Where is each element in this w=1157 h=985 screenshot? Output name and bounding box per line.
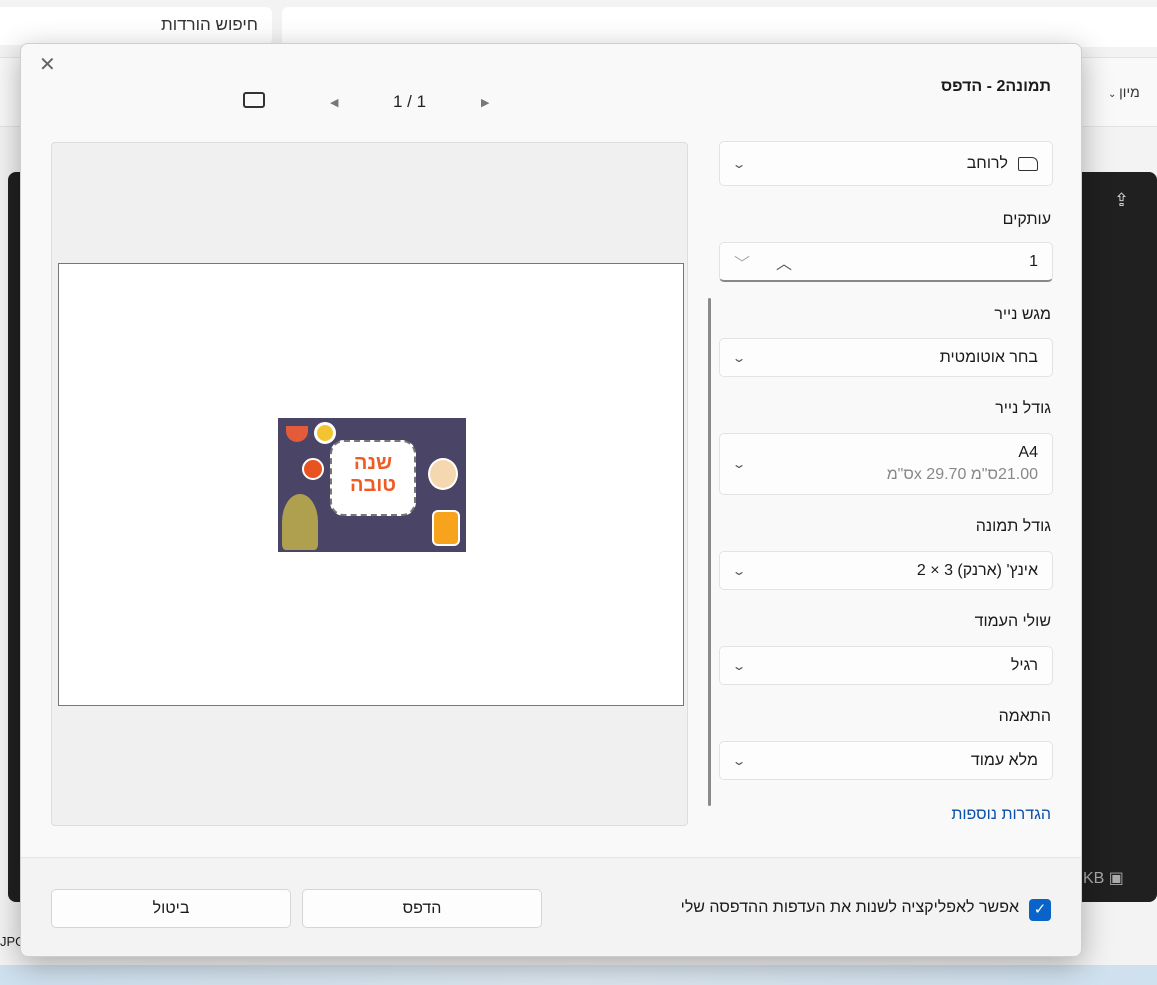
background-panel [282,7,1157,47]
dialog-title: תמונה2 - הדפס [940,78,1051,95]
preview-photo: שנה טובה [278,418,466,552]
settings-scrollbar[interactable] [708,298,711,806]
paper-size-dropdown[interactable]: A4 21.00ס"מ x 29.70ס"מ ⌄ [719,433,1053,495]
orientation-dropdown[interactable]: לרוחב ⌄ [719,141,1053,186]
chevron-down-icon: ⌄ [731,156,747,171]
photo-size-value: אינץ' (ארנק) 3 × 2 [916,561,1038,579]
print-dialog: ✕ תמונה2 - הדפס ◀ 1 / 1 ▶ שנה טובה לרוחב… [20,43,1082,957]
save-icon: ▣ [1108,870,1124,887]
paper-tray-dropdown[interactable]: בחר אוטומטית ⌄ [719,338,1053,377]
print-button[interactable]: הדפס [302,889,542,928]
chevron-down-icon: ⌄ [731,350,747,365]
paper-size-value: A4 [1018,444,1038,461]
allow-app-label: אפשר לאפליקציה לשנות את העדפות ההדפסה של… [680,899,1019,916]
paper-tray-value: בחר אוטומטית [939,348,1038,366]
allow-app-checkbox[interactable]: ✓ [1029,899,1051,921]
chevron-down-icon: ⌄ [731,563,747,578]
photo-size-dropdown[interactable]: אינץ' (ארנק) 3 × 2 ⌄ [719,551,1053,590]
copies-stepper[interactable]: 1 ︿ ﹀ [719,242,1053,282]
photo-caption-line2: טובה [349,474,397,496]
background-sort-button: ⌄ מיון [1108,84,1140,100]
decrement-icon[interactable]: ﹀ [734,250,750,274]
share-icon: ⇪ [1114,190,1130,210]
file-size-label: KB [1083,870,1105,887]
triangle-right-icon[interactable]: ▶ [481,96,489,109]
triangle-left-icon[interactable]: ◀ [330,96,338,109]
landscape-page-icon [1018,156,1038,171]
photo-size-label: גודל תמונה [975,518,1051,535]
chevron-down-icon: ⌄ [731,658,747,673]
background-search-box: חיפוש הורדות [0,7,272,45]
chevron-down-icon: ⌄ [1108,89,1120,100]
cancel-button[interactable]: ביטול [51,889,291,928]
close-icon[interactable]: ✕ [39,52,56,77]
fit-dropdown[interactable]: מלא עמוד ⌄ [719,741,1053,780]
margins-value: רגיל [1010,656,1038,674]
margins-dropdown[interactable]: רגיל ⌄ [719,646,1053,685]
photo-caption-line1: שנה [353,452,393,474]
margins-label: שולי העמוד [974,613,1051,630]
copies-label: עותקים [1002,211,1051,228]
fit-value: מלא עמוד [970,751,1038,769]
more-settings-link[interactable]: הגדרות נוספות [951,806,1051,824]
fit-page-icon[interactable] [243,92,265,108]
taskbar [0,965,1157,985]
paper-size-detail: 21.00ס"מ x 29.70ס"מ [886,466,1038,483]
checkmark-icon: ✓ [1033,901,1047,918]
page-counter: 1 / 1 [393,92,427,111]
increment-icon[interactable]: ︿ [776,250,792,274]
copies-value[interactable]: 1 [1029,253,1038,271]
paper-size-label: גודל נייר [995,400,1051,417]
chevron-down-icon: ⌄ [731,753,747,768]
paper-tray-label: מגש נייר [994,306,1051,323]
fit-label: התאמה [998,708,1051,725]
orientation-value: לרוחב [966,154,1008,172]
print-preview-pane: שנה טובה [51,142,688,826]
sort-label: מיון [1119,84,1140,100]
preview-page: שנה טובה [58,263,684,706]
chevron-down-icon: ⌄ [731,457,747,471]
